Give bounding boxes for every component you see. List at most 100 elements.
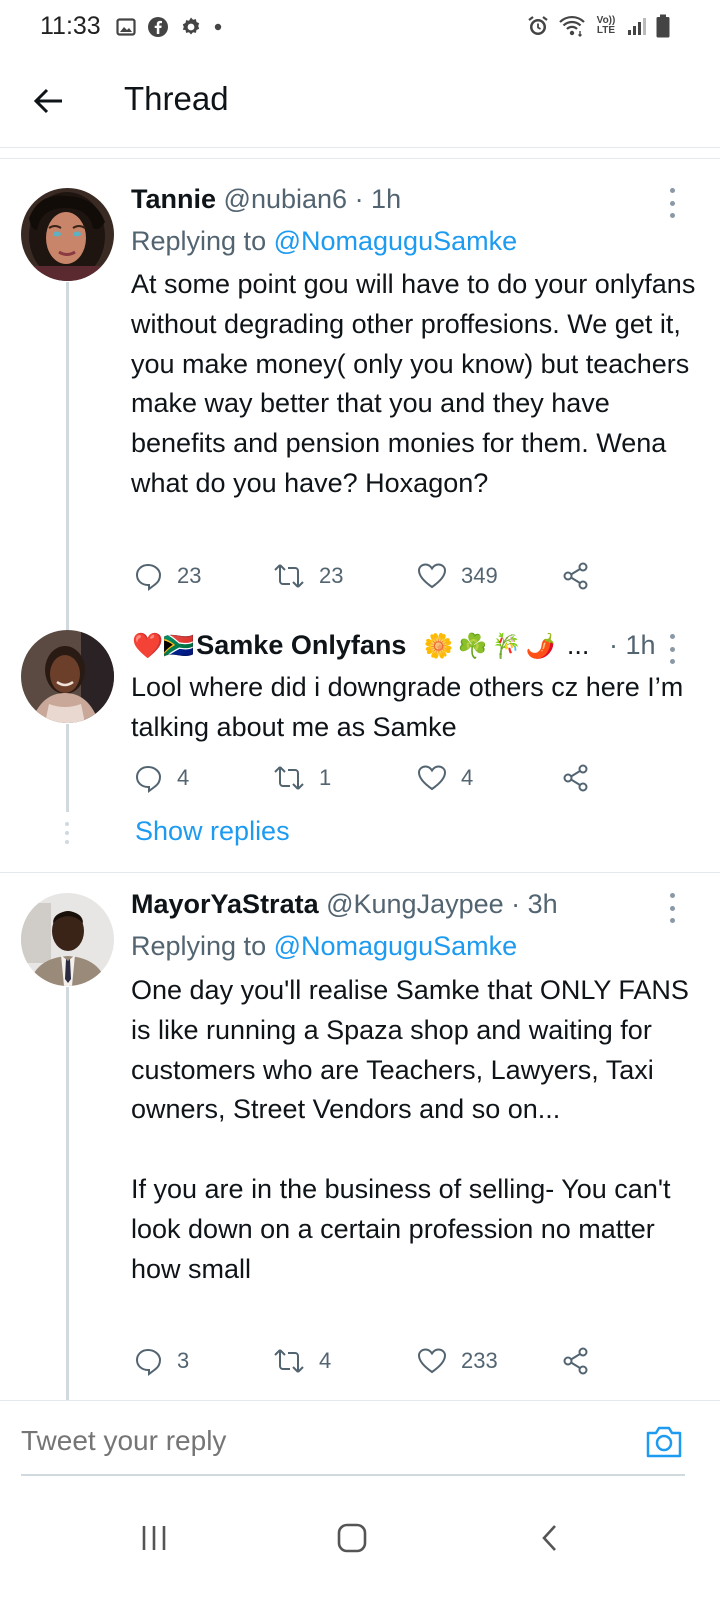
- thread-line: [66, 987, 69, 1400]
- status-time: 11:33: [40, 12, 101, 40]
- retweet-button[interactable]: 23: [273, 558, 343, 594]
- composer-underline: [21, 1474, 685, 1476]
- signal-icon: [628, 18, 646, 35]
- retweet-icon: [274, 564, 304, 588]
- thread-line: [66, 282, 69, 600]
- tweet-actions: 23 23 349: [131, 558, 611, 594]
- thread-line-top: [66, 600, 69, 630]
- status-right-icons: Vo)) LTE: [526, 14, 670, 38]
- tweet-header: ❤️🇿🇦Samke Onlyfans 🌼☘️🎋🌶️ ... · 1h: [132, 630, 668, 661]
- like-count: 233: [461, 1348, 498, 1373]
- share-button[interactable]: [561, 1343, 591, 1379]
- header: Thread: [0, 56, 720, 148]
- timestamp: · 1h: [608, 630, 656, 660]
- timestamp: · 1h: [354, 184, 402, 214]
- status-left-icons: [116, 16, 223, 38]
- replying-to: Replying to @NomaguguSamke: [131, 931, 518, 961]
- thread-continuation-dots: [64, 822, 70, 844]
- recent-apps-button[interactable]: [124, 1508, 184, 1568]
- volte-icon: Vo)) LTE: [596, 15, 616, 36]
- reply-button[interactable]: 4: [133, 760, 189, 796]
- tweet-actions: 4 1 4: [131, 760, 611, 796]
- avatar[interactable]: [21, 893, 114, 986]
- tweet-header: MayorYaStrata @KungJaypee · 3h: [131, 889, 558, 920]
- home-button[interactable]: [322, 1508, 382, 1568]
- mention-link[interactable]: @NomaguguSamke: [274, 226, 518, 256]
- name-emoji-prefix: ❤️🇿🇦: [132, 632, 195, 660]
- retweet-button[interactable]: 4: [273, 1343, 331, 1379]
- share-button[interactable]: [561, 558, 591, 594]
- reply-icon: [135, 765, 162, 793]
- recent-apps-icon: [142, 1526, 166, 1550]
- retweet-icon: [274, 766, 304, 790]
- tweet-text: Lool where did i downgrade others cz her…: [131, 672, 691, 742]
- back-arrow-icon: [33, 88, 62, 114]
- show-replies-link[interactable]: Show replies: [135, 816, 290, 847]
- like-button[interactable]: 4: [417, 760, 473, 796]
- tweet-reply-input[interactable]: [21, 1425, 621, 1457]
- display-name[interactable]: MayorYaStrata: [131, 889, 319, 919]
- more-options-button[interactable]: [668, 634, 676, 664]
- share-button[interactable]: [561, 760, 591, 796]
- heart-icon: [417, 1348, 447, 1374]
- timestamp: · 3h: [511, 889, 558, 919]
- divider: [0, 158, 720, 159]
- tweet-actions: 3 4 233: [131, 1343, 611, 1379]
- camera-icon: [646, 1426, 682, 1458]
- tweet-header: Tannie @nubian6 · 1h: [131, 184, 401, 215]
- home-icon: [337, 1523, 367, 1553]
- retweet-count: 4: [319, 1348, 332, 1373]
- camera-button[interactable]: [644, 1421, 684, 1461]
- wifi-icon: [559, 15, 585, 37]
- more-options-button[interactable]: [668, 893, 676, 923]
- like-count: 4: [461, 765, 474, 790]
- back-nav-button[interactable]: [520, 1508, 580, 1568]
- battery-icon: [656, 14, 670, 38]
- reply-icon: [135, 1348, 162, 1376]
- tweet-samke[interactable]: ❤️🇿🇦Samke Onlyfans 🌼☘️🎋🌶️ ... · 1h Lool …: [0, 600, 720, 870]
- gallery-icon: [116, 18, 136, 36]
- reply-count: 23: [177, 563, 202, 588]
- handle[interactable]: @KungJaypee: [326, 889, 504, 919]
- alarm-icon: [528, 16, 548, 35]
- reply-button[interactable]: 23: [133, 558, 201, 594]
- display-name[interactable]: Samke Onlyfans: [196, 630, 406, 660]
- tweet-text: At some point gou will have to do your o…: [131, 269, 703, 498]
- retweet-count: 1: [319, 765, 332, 790]
- share-icon: [563, 764, 588, 792]
- settings-icon: [182, 17, 200, 35]
- back-chevron-icon: [542, 1525, 556, 1551]
- heart-icon: [417, 563, 447, 589]
- retweet-button[interactable]: 1: [273, 760, 331, 796]
- more-options-button[interactable]: [668, 188, 676, 218]
- tweet-mayoryastrata[interactable]: MayorYaStrata @KungJaypee · 3h Replying …: [0, 873, 720, 1400]
- display-name[interactable]: Tannie: [131, 184, 216, 214]
- tweet-text: One day you'll realise Samke that ONLY F…: [131, 975, 689, 1284]
- like-button[interactable]: 233: [417, 1343, 498, 1379]
- heart-icon: [417, 765, 447, 791]
- like-count: 349: [461, 563, 498, 588]
- like-button[interactable]: 349: [417, 558, 498, 594]
- page-title: Thread: [124, 80, 229, 117]
- mention-link[interactable]: @NomaguguSamke: [274, 931, 518, 961]
- facebook-icon: [148, 17, 168, 37]
- share-icon: [563, 1347, 588, 1375]
- name-emoji-suffix: 🌼☘️🎋🌶️: [423, 633, 560, 660]
- handle[interactable]: @nubian6: [224, 184, 348, 214]
- dot-icon: [214, 23, 222, 31]
- reply-icon: [135, 563, 162, 591]
- back-button[interactable]: [30, 82, 68, 120]
- retweet-count: 23: [319, 563, 344, 588]
- thread-line: [66, 724, 69, 812]
- reply-count: 3: [177, 1348, 190, 1373]
- replying-to: Replying to @NomaguguSamke: [131, 226, 518, 256]
- reply-button[interactable]: 3: [133, 1343, 189, 1379]
- tweet-tannie[interactable]: Tannie @nubian6 · 1h Replying to @Nomagu…: [0, 160, 720, 600]
- avatar[interactable]: [21, 630, 114, 723]
- retweet-icon: [274, 1349, 304, 1373]
- name-ellipsis: ...: [566, 630, 590, 660]
- system-navigation-bar: [0, 1478, 720, 1600]
- avatar[interactable]: [21, 188, 114, 281]
- reply-count: 4: [177, 765, 190, 790]
- status-bar: 11:33 Vo)) LTE: [0, 0, 720, 56]
